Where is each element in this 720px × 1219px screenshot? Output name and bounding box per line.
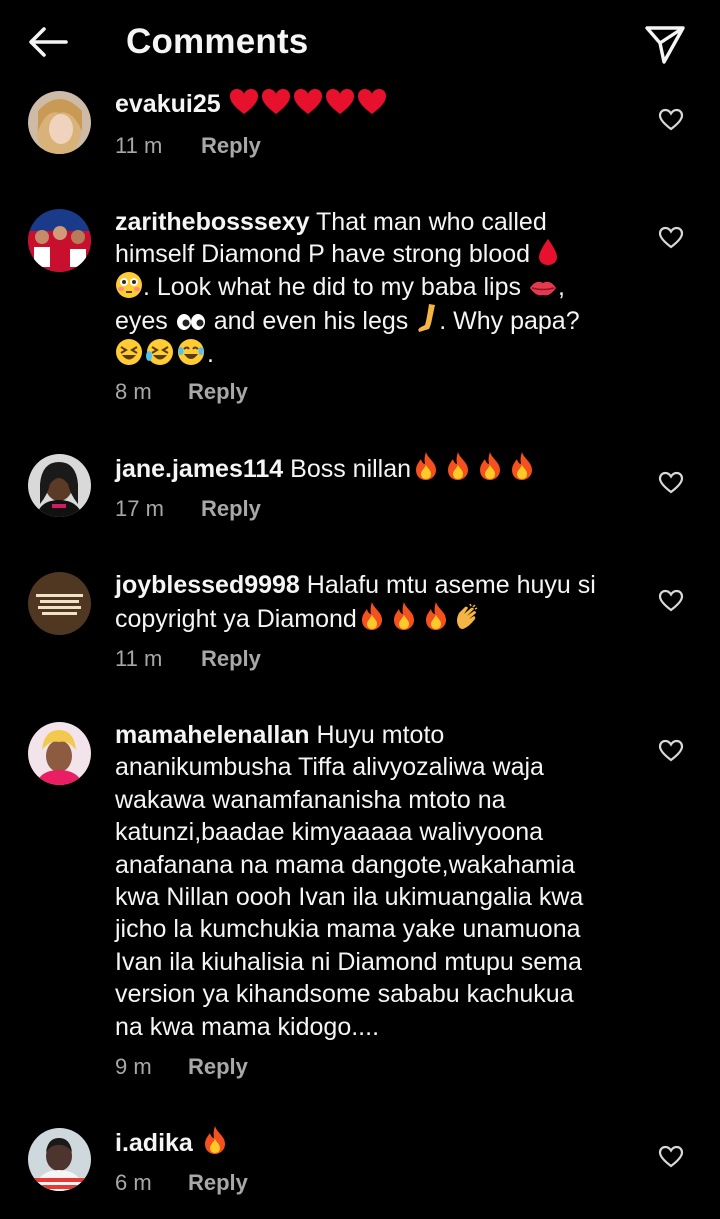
fire-emoji xyxy=(411,452,535,483)
back-button[interactable] xyxy=(24,22,72,62)
comment-text: kwa Nillan oooh Ivan ila ukimuangalia kw… xyxy=(115,883,584,912)
comment-text xyxy=(193,1129,200,1157)
like-button[interactable] xyxy=(658,471,684,495)
comment-text xyxy=(221,90,228,118)
comment-text: na kwa mama kidogo.... xyxy=(115,1012,380,1041)
fire-emoji xyxy=(200,1126,230,1157)
comment-text: copyright ya Diamond xyxy=(115,605,357,634)
heart-outline-icon xyxy=(658,589,684,612)
reply-button[interactable]: Reply xyxy=(201,496,261,522)
heart-outline-icon xyxy=(658,1145,684,1168)
avatar[interactable] xyxy=(28,454,91,517)
comment-text: himself Diamond P have strong blood xyxy=(115,240,537,269)
comment-text: . xyxy=(207,339,214,368)
comment-timestamp: 9 m xyxy=(115,1054,152,1079)
comment-timestamp: 17 m xyxy=(115,496,164,521)
comment-text: ananikumbusha Tiffa alivyozaliwa waja xyxy=(115,753,544,782)
comment-text: katunzi,baadae kimyaaaaa walivyoona xyxy=(115,818,544,847)
flushed-face-emoji xyxy=(115,271,143,301)
avatar[interactable] xyxy=(28,91,91,154)
comment-username[interactable]: jane.james114 xyxy=(115,455,283,483)
reply-button[interactable]: Reply xyxy=(188,1170,248,1196)
like-button[interactable] xyxy=(658,1145,684,1169)
arrow-left-icon xyxy=(29,27,68,57)
comment-username[interactable]: joyblessed9998 xyxy=(115,571,300,599)
laughing-faces-emoji xyxy=(115,338,207,368)
like-button[interactable] xyxy=(658,226,684,250)
reply-button[interactable]: Reply xyxy=(201,646,261,672)
comment-text: That man who called xyxy=(309,208,547,236)
comment-text: anafanana na mama dangote,wakahamia xyxy=(115,850,576,879)
heart-outline-icon xyxy=(658,739,684,762)
avatar[interactable] xyxy=(28,722,91,785)
comment-timestamp: 6 m xyxy=(115,1170,152,1195)
comment-text: Ivan ila kiuhalisia ni Diamond mtupu sem… xyxy=(115,947,582,976)
like-button[interactable] xyxy=(658,108,684,132)
avatar[interactable] xyxy=(28,1128,91,1191)
page-title: Comments xyxy=(126,22,309,61)
comment-timestamp: 8 m xyxy=(115,379,152,404)
comment-username[interactable]: mamahelenallan xyxy=(115,721,310,749)
comment-username[interactable]: zarithebosssexy xyxy=(115,208,310,236)
lips-emoji xyxy=(528,273,558,301)
comment-text: . Look what he did to my baba lips xyxy=(143,272,528,301)
like-button[interactable] xyxy=(658,589,684,613)
paper-plane-icon xyxy=(645,26,685,64)
like-button[interactable] xyxy=(658,739,684,763)
fire-emoji xyxy=(357,602,453,633)
comment-text: jicho la kumchukia mama yake unamuona xyxy=(115,915,581,944)
reply-button[interactable]: Reply xyxy=(188,1054,248,1080)
comment-text: version ya kihandsome sababu kachukua xyxy=(115,980,574,1009)
eyes-emoji xyxy=(175,307,207,335)
avatar[interactable] xyxy=(28,209,91,272)
comment-username[interactable]: i.adika xyxy=(115,1129,193,1157)
comment-text: Huyu mtoto xyxy=(309,721,445,749)
comment-text: Halafu mtu aseme huyu si xyxy=(299,571,596,599)
comment-timestamp: 11 m xyxy=(115,133,163,158)
comment-username[interactable]: evakui25 xyxy=(115,90,221,118)
heart-outline-icon xyxy=(658,108,684,131)
comment-text: Boss nillan xyxy=(283,455,412,483)
comment-text: wakawa wanamfananisha mtoto na xyxy=(115,785,506,814)
clapping-hands-emoji xyxy=(453,604,481,633)
avatar[interactable] xyxy=(28,572,91,635)
leg-emoji xyxy=(415,304,439,335)
reply-button[interactable]: Reply xyxy=(201,133,261,159)
comment-text: eyes xyxy=(115,307,175,336)
comment-timestamp: 11 m xyxy=(115,646,163,671)
heart-emoji xyxy=(228,89,388,118)
heart-outline-icon xyxy=(658,471,684,494)
comment-text: . Why papa? xyxy=(439,307,580,336)
reply-button[interactable]: Reply xyxy=(188,379,248,405)
comment-text: and even his legs xyxy=(206,307,416,336)
drop-of-blood-emoji xyxy=(537,239,559,268)
top-bar: Comments xyxy=(0,0,720,88)
heart-outline-icon xyxy=(658,226,684,249)
share-button[interactable] xyxy=(642,20,688,66)
